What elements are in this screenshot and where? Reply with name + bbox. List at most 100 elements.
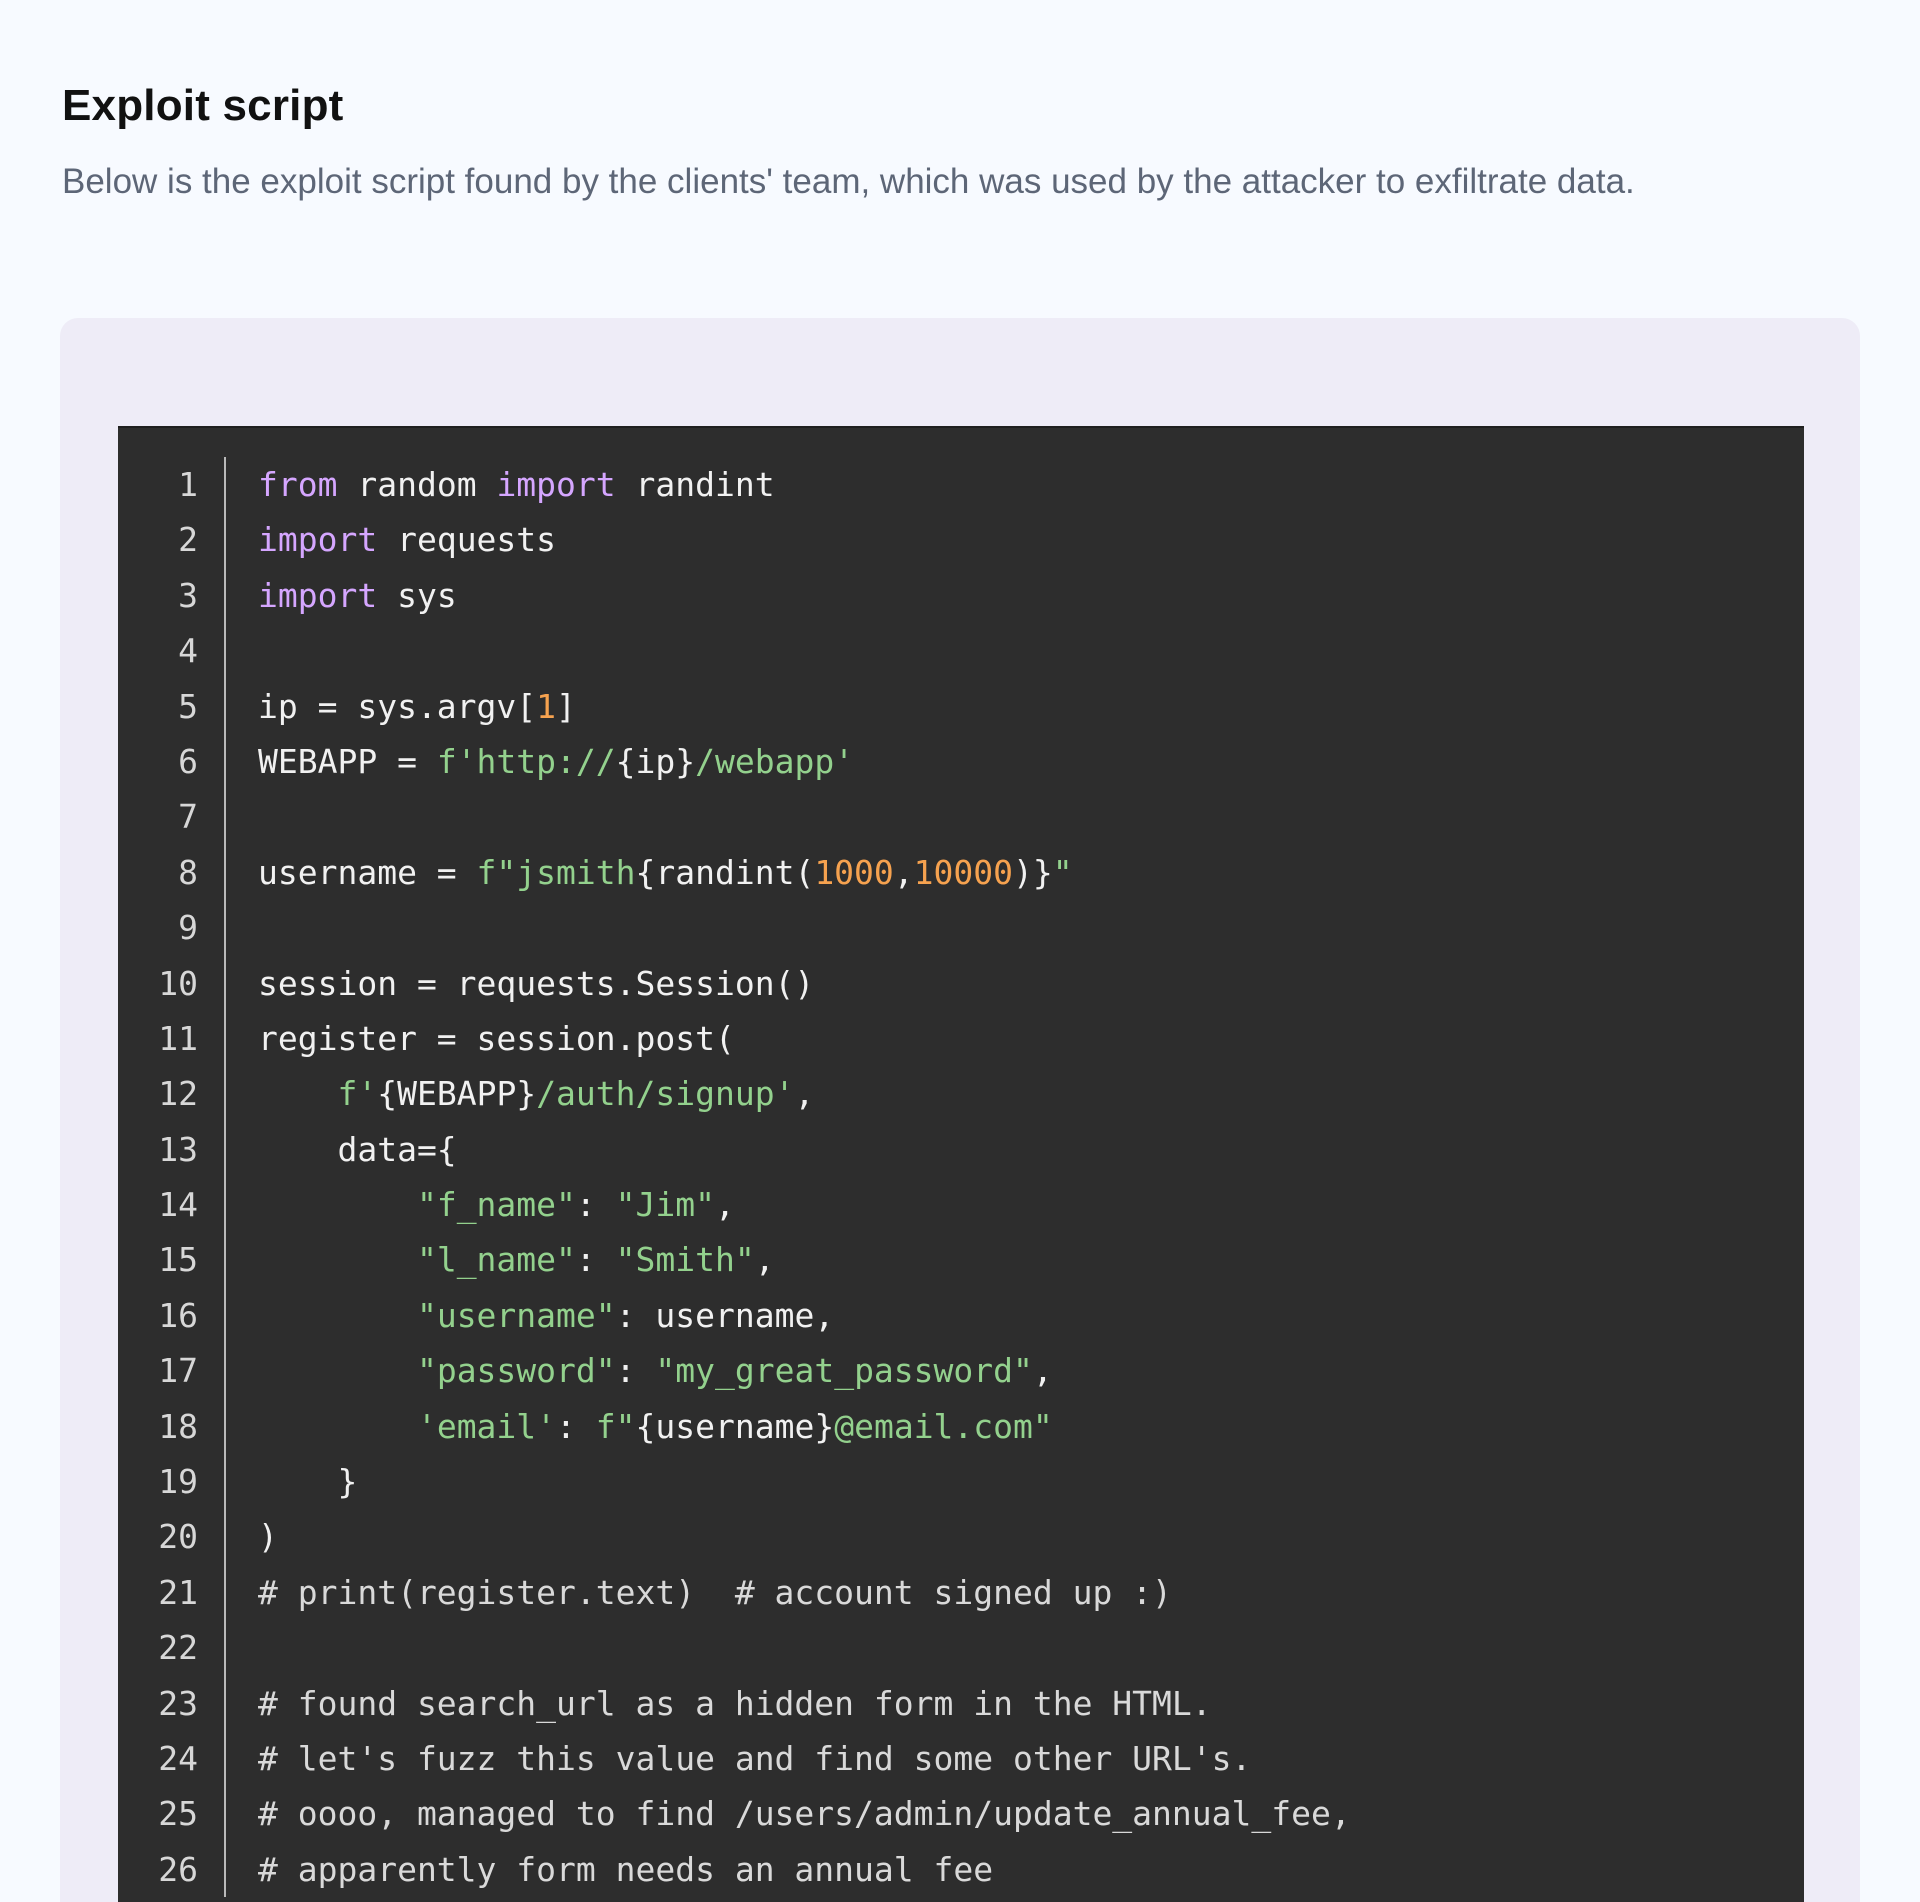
string-token: "Jim" (615, 1185, 715, 1225)
gutter-divider (224, 789, 226, 845)
line-number: 21 (158, 1572, 198, 1612)
exploit-script-section: Exploit script Below is the exploit scri… (0, 0, 1920, 1902)
code-line: 10 session = requests.Session() (118, 955, 1804, 1011)
code-line: 20) (118, 1509, 1804, 1565)
line-number: 12 (158, 1074, 198, 1114)
plain-token: WEBAPP = (258, 741, 437, 781)
line-number: 24 (158, 1738, 198, 1778)
string-token: /webapp' (695, 741, 855, 781)
gutter-divider (224, 1675, 226, 1731)
code-line: 14 "f_name": "Jim", (118, 1177, 1804, 1233)
code-line: 26 # apparently form needs an annual fee (118, 1841, 1804, 1898)
gutter-divider (224, 1454, 226, 1510)
line-number: 13 (158, 1129, 198, 1169)
comment-token: # found search_url as a hidden form in t… (258, 1683, 1212, 1723)
gutter-divider (224, 1121, 226, 1178)
comment-token: # let's fuzz this value and find some ot… (258, 1738, 1252, 1778)
code-line: 2 import requests (118, 512, 1804, 568)
plain-token: session = requests.Session() (258, 963, 815, 1003)
line-code: import requests (258, 512, 556, 567)
plain-token: username = (258, 852, 477, 892)
string-token: "password" (416, 1351, 616, 1391)
string-token: "Smith" (615, 1240, 755, 1280)
line-code: # found search_url as a hidden form in t… (258, 1676, 1212, 1731)
code-editor[interactable]: 1 from random import randint 2 import reque… (118, 426, 1804, 1902)
plain-token: , (754, 1240, 775, 1280)
line-code: import sys (258, 568, 457, 623)
line-number: 9 (178, 908, 198, 948)
code-line: 9 (118, 900, 1804, 956)
line-number: 4 (178, 631, 198, 671)
code-line: 23 # found search_url as a hidden form in… (118, 1675, 1804, 1731)
line-code: session = requests.Session() (258, 956, 814, 1011)
code-panel: 1 from random import randint 2 import reque… (60, 318, 1860, 1902)
plain-token: )} (1013, 852, 1053, 892)
line-code: # print(register.text) # account signed … (258, 1565, 1172, 1620)
plain-token: randint (615, 465, 775, 504)
plain-token: random (337, 465, 497, 504)
plain-token: data={ (258, 1129, 457, 1169)
line-code: f'{WEBAPP}/auth/signup', (258, 1066, 814, 1121)
gutter-divider (224, 512, 226, 568)
plain-token: } (258, 1462, 358, 1502)
comment-token: # apparently form needs an annual fee (258, 1849, 994, 1889)
keyword-token: import (258, 575, 378, 615)
line-code: register = session.post( (258, 1011, 735, 1066)
gutter-divider (224, 457, 226, 513)
line-code: from random import randint (258, 457, 775, 512)
gutter-divider (224, 1287, 226, 1344)
line-code: # let's fuzz this value and find some ot… (258, 1731, 1251, 1786)
code-line: 18 'email': f"{username}@email.com" (118, 1398, 1804, 1455)
line-number: 15 (158, 1240, 198, 1280)
gutter-divider (224, 1841, 226, 1898)
line-code: "l_name": "Smith", (258, 1232, 775, 1287)
plain-token: ) (258, 1517, 278, 1557)
line-number: 3 (178, 575, 198, 615)
string-token: /auth/signup' (536, 1074, 795, 1114)
code-line: 19 } (118, 1454, 1804, 1510)
code-line: 4 (118, 623, 1804, 679)
code-line: 16 "username": username, (118, 1287, 1804, 1344)
code-lines: 1 from random import randint 2 import reque… (118, 457, 1804, 1898)
line-code: } (258, 1454, 357, 1509)
plain-token: {username} (635, 1406, 835, 1446)
plain-token: : (615, 1351, 656, 1391)
plain-token: , (1032, 1351, 1053, 1391)
string-token: "my_great_password" (655, 1351, 1033, 1391)
gutter-divider (224, 733, 226, 790)
line-number: 17 (158, 1351, 198, 1391)
gutter-divider (224, 1398, 226, 1455)
plain-token: {ip} (615, 741, 696, 781)
section-description: Below is the exploit script found by the… (62, 162, 1635, 201)
line-number: 20 (158, 1517, 198, 1557)
string-token: " (1052, 852, 1073, 892)
code-line: 11 register = session.post( (118, 1010, 1804, 1067)
gutter-divider (224, 1010, 226, 1067)
string-token: "l_name" (416, 1240, 576, 1280)
plain-token: : (575, 1240, 616, 1280)
code-line: 24 # let's fuzz this value and find some … (118, 1730, 1804, 1787)
line-number: 23 (158, 1683, 198, 1723)
string-token: f' (337, 1074, 378, 1114)
code-line: 15 "l_name": "Smith", (118, 1232, 1804, 1288)
line-number: 22 (158, 1628, 198, 1668)
gutter-divider (224, 900, 226, 956)
plain-token: , (715, 1185, 735, 1225)
plain-token: , (794, 1074, 815, 1114)
gutter-divider (224, 1786, 226, 1842)
line-number: 1 (178, 465, 198, 504)
string-token: f"jsmith (476, 852, 636, 892)
gutter-divider (224, 623, 226, 679)
code-line: 21 # print(register.text) # account signe… (118, 1564, 1804, 1621)
gutter-divider (224, 1730, 226, 1787)
code-line: 25 # oooo, managed to find /users/admin/u… (118, 1786, 1804, 1842)
code-line: 8 username = f"jsmith{randint(1000,10000)… (118, 844, 1804, 901)
line-code: WEBAPP = f'http://{ip}/webapp' (258, 734, 854, 789)
line-number: 6 (178, 741, 198, 781)
line-number: 26 (158, 1849, 198, 1889)
